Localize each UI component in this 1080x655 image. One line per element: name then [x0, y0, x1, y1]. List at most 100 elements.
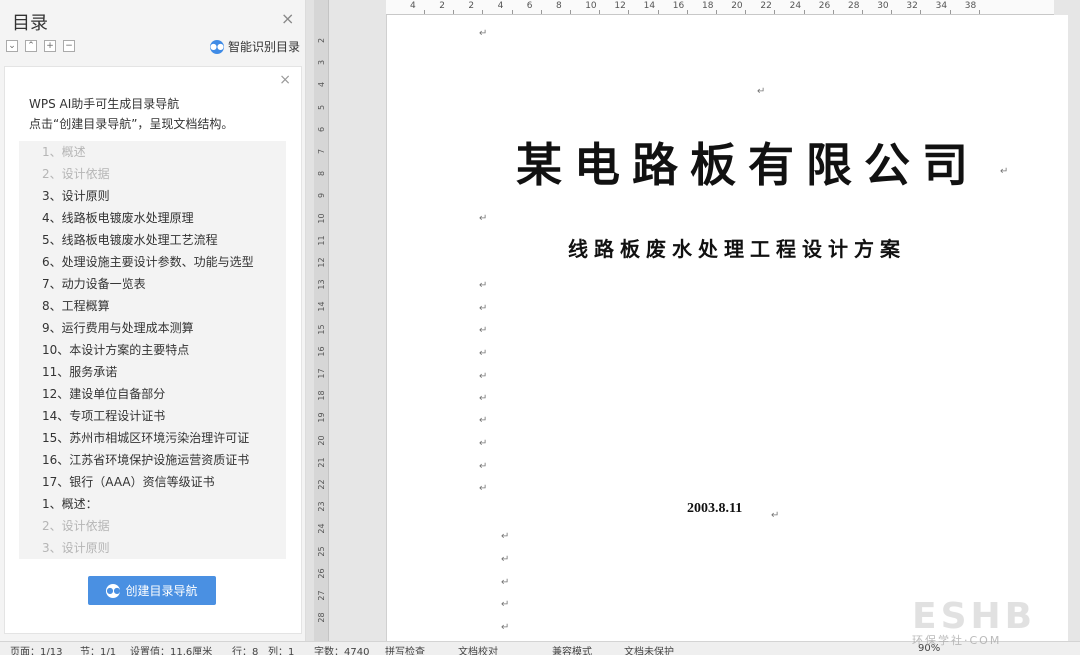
paragraph-mark: ↵ — [479, 393, 488, 404]
ruler-tick — [949, 10, 951, 14]
ruler-label: 11 — [317, 235, 326, 246]
toc-preview-item: 4、线路板电镀废水处理原理 — [42, 211, 194, 225]
protect-status[interactable]: 文档未保护 — [624, 643, 674, 655]
toc-preview-item: 6、处理设施主要设计参数、功能与选型 — [42, 255, 254, 269]
ruler-tick — [540, 10, 542, 14]
ruler-label: 14 — [643, 1, 656, 11]
ruler-label: 15 — [317, 324, 326, 335]
ruler-tick — [978, 10, 980, 14]
vertical-ruler: 2 3 4 5 6 7 8 9 10 11 12 13 14 15 16 17 18 19 20 21 22 23 24 25… — [314, 0, 329, 641]
ruler-label: 18 — [317, 390, 326, 401]
ai-card-heading: WPS AI助手可生成目录导航 — [29, 97, 180, 111]
ruler-label: 4 — [410, 1, 416, 11]
ruler-label: 12 — [614, 1, 626, 11]
document-subtitle: 线路板废水处理工程设计方案 — [568, 237, 906, 261]
paragraph-mark: ↵ — [479, 213, 488, 224]
site-watermark: ESHB — [912, 596, 1037, 637]
toc-toolbar: ⌄ ⌃ + − — [6, 40, 75, 52]
paragraph-mark: ↵ — [501, 622, 510, 633]
ruler-label: 12 — [317, 257, 326, 268]
status-words[interactable]: 字数：4740 — [314, 643, 369, 655]
ruler-label: 13 — [317, 279, 326, 290]
ruler-label: 28 — [317, 612, 326, 623]
ruler-label: 32 — [906, 1, 918, 11]
expand-all-icon[interactable]: ⌄ — [6, 40, 18, 52]
ruler-label: 26 — [317, 568, 326, 579]
ruler-tick — [803, 10, 805, 14]
paragraph-mark: ↵ — [479, 371, 488, 382]
ruler-label: 2 — [439, 1, 445, 11]
horizontal-ruler: 4 2 2 4 6 8 10 12 14 16 18 20 22 24 26 28 30 32 34 38 — [386, 0, 1054, 15]
ruler-tick — [599, 10, 601, 14]
create-toc-label: 创建目录导航 — [125, 584, 198, 598]
paragraph-mark: ↵ — [1000, 166, 1009, 177]
toc-close-button[interactable]: × — [281, 10, 294, 28]
ruler-tick — [570, 10, 571, 14]
compat-mode-label: 兼容模式 — [552, 647, 592, 655]
ruler-label: 25 — [317, 546, 326, 557]
ruler-tick — [920, 10, 922, 14]
ruler-label: 7 — [317, 148, 326, 155]
ruler-label: 20 — [731, 1, 743, 11]
ruler-tick — [891, 10, 893, 14]
add-icon[interactable]: + — [44, 40, 56, 52]
toc-preview-item: 14、专项工程设计证书 — [42, 409, 166, 423]
ruler-label: 6 — [526, 1, 533, 11]
toc-preview-list: 1、概述 2、设计依据 3、设计原则 4、线路板电镀废水处理原理 5、线路板电镀废水处理… — [19, 141, 286, 559]
ruler-label: 21 — [317, 457, 326, 468]
spell-check-button[interactable]: 拼写检查 — [385, 643, 425, 655]
paragraph-mark: ↵ — [479, 483, 488, 494]
ruler-label: 16 — [317, 346, 326, 357]
toc-preview-item: 8、工程概算 — [42, 299, 110, 313]
document-page[interactable]: 某电路板有限公司 线路板废水处理工程设计方案 2003.8.11 ↵ ↵ ↵ ↵ ↵ ↵ ↵… — [386, 15, 1068, 641]
paragraph-mark: ↵ — [479, 303, 488, 314]
ruler-label: 2 — [317, 37, 326, 44]
remove-icon[interactable]: − — [63, 40, 75, 52]
paragraph-mark: ↵ — [479, 28, 488, 39]
ruler-tick — [686, 10, 688, 14]
toc-preview-item: 11、服务承诺 — [42, 365, 118, 379]
toc-preview-item: 5、线路板电镀废水处理工艺流程 — [42, 233, 218, 247]
toc-preview-item: 7、动力设备一览表 — [42, 277, 146, 291]
ruler-label: 18 — [702, 1, 714, 11]
ruler-label: 16 — [672, 1, 685, 11]
status-row: 行：8 — [232, 647, 259, 655]
ruler-label: 8 — [556, 1, 562, 11]
collapse-all-icon[interactable]: ⌃ — [25, 40, 37, 52]
pane-splitter[interactable] — [306, 0, 314, 641]
proof-button[interactable]: 文档校对 — [458, 643, 498, 655]
ruler-label: 4 — [497, 1, 504, 11]
ai-assistant-card: × WPS AI助手可生成目录导航 点击“创建目录导航”，呈现文档结构。 1、概… — [4, 66, 302, 634]
ruler-label: 5 — [317, 104, 326, 110]
document-date: 2003.8.11 — [687, 501, 743, 516]
status-page[interactable]: 页面：1/13 — [10, 643, 62, 655]
ruler-label: 22 — [760, 1, 772, 11]
ruler-label: 3 — [317, 60, 326, 66]
ruler-tick — [511, 10, 513, 14]
ai-card-close-button[interactable]: × — [279, 72, 291, 88]
ruler-label: 10 — [585, 1, 597, 11]
ruler-label: 24 — [789, 1, 802, 11]
ruler-label: 38 — [964, 1, 977, 11]
toc-preview-item: 1、概述 — [42, 145, 86, 159]
ruler-tick — [832, 10, 834, 14]
ruler-label: 9 — [317, 193, 326, 199]
ruler-label: 14 — [317, 301, 326, 312]
create-toc-button[interactable]: ●● 创建目录导航 — [88, 576, 216, 605]
ruler-tick — [453, 10, 455, 14]
toc-preview-item: 15、苏州市相城区环境污染治理许可证 — [42, 431, 250, 445]
toc-preview-item: 3、设计原则 — [42, 189, 110, 203]
ruler-tick — [424, 10, 425, 14]
paragraph-mark: ↵ — [479, 438, 488, 449]
paragraph-mark: ↵ — [479, 325, 488, 336]
ruler-label: 2 — [468, 1, 475, 11]
paragraph-mark: ↵ — [479, 461, 488, 472]
smart-recognize-button[interactable]: ●● 智能识别目录 — [210, 38, 300, 55]
ruler-label: 24 — [317, 523, 326, 534]
ruler-tick — [745, 10, 747, 14]
ruler-label: 19 — [317, 412, 326, 423]
paragraph-mark: ↵ — [479, 280, 488, 291]
ruler-label: 30 — [877, 1, 889, 11]
ruler-tick — [482, 10, 484, 14]
ai-cloud-icon: ●● — [210, 39, 224, 54]
